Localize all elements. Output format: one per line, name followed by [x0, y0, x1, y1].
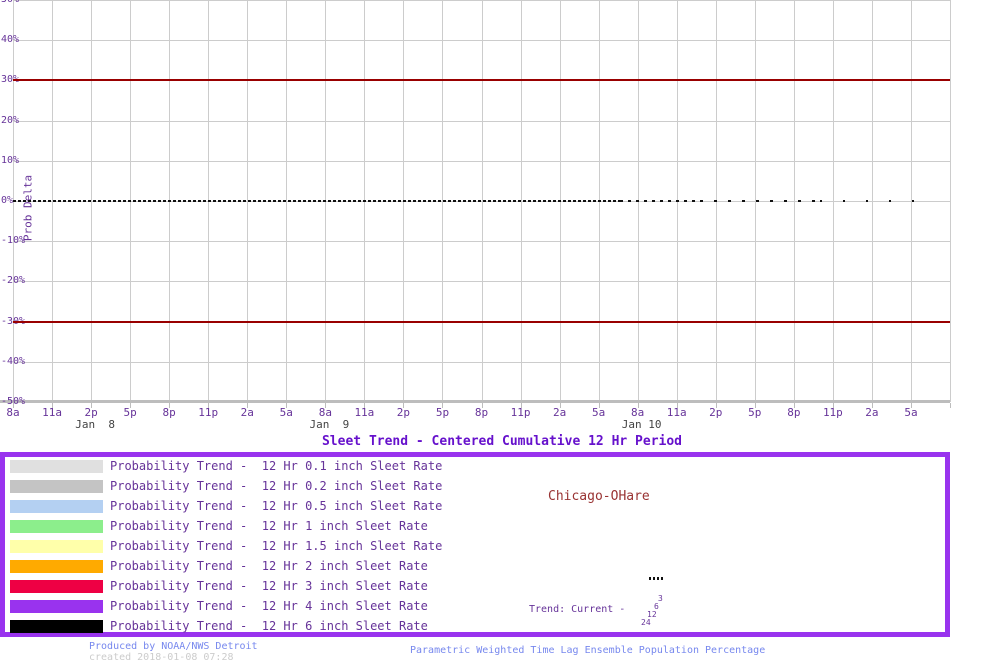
x-tick-label: 2a: [552, 406, 567, 419]
x-tick-label: 8p: [162, 406, 176, 419]
x-axis-line: [0, 400, 950, 403]
x-tick-label: 5p: [748, 406, 762, 419]
y-tick-label: -20%: [1, 275, 26, 287]
gridline-horizontal: [13, 40, 950, 41]
x-date-label: Jan 9: [309, 418, 350, 431]
x-tick-label: 2a: [865, 406, 879, 419]
sleet-trend-chart-page: Prob Delta Sleet Trend - Centered Cumula…: [0, 0, 1000, 670]
y-tick-label: 50%: [1, 0, 19, 5]
gridline-horizontal: [13, 362, 950, 363]
legend-item-label: Probability Trend - 12 Hr 1 inch Sleet R…: [110, 519, 428, 533]
x-date-label: Jan 8: [75, 418, 115, 431]
trend-marker-dots-icon: [649, 577, 664, 580]
legend-item-label: Probability Trend - 12 Hr 6 inch Sleet R…: [110, 619, 428, 633]
trend-current-label: Trend: Current -: [529, 604, 626, 615]
y-tick-label: 20%: [1, 114, 20, 126]
x-tick-label: 8a: [318, 406, 332, 419]
footer-created-timestamp: created 2018-01-08 07:28: [89, 652, 234, 663]
legend-swatch: [10, 500, 103, 513]
legend-swatch: [10, 520, 103, 533]
y-tick-label: 10%: [1, 154, 20, 166]
legend-item-label: Probability Trend - 12 Hr 2 inch Sleet R…: [110, 559, 428, 573]
series-zero-line-segment: [700, 200, 820, 202]
legend-item-label: Probability Trend - 12 Hr 0.1 inch Sleet…: [110, 459, 443, 473]
x-tick-label: 5p: [435, 406, 450, 419]
legend-item-label: Probability Trend - 12 Hr 3 inch Sleet R…: [110, 579, 428, 593]
x-tick-label: 5a: [279, 406, 293, 419]
y-tick-label: 40%: [1, 34, 20, 46]
legend-item-label: Probability Trend - 12 Hr 0.2 inch Sleet…: [110, 479, 443, 493]
x-tick-label: 8a: [6, 406, 20, 419]
x-date-label: Jan 10: [621, 418, 662, 431]
x-tick-label: 8p: [787, 406, 801, 419]
x-tick-label: 11a: [666, 406, 687, 419]
series-zero-line-segment: [620, 200, 700, 202]
series-zero-line-segment: [820, 200, 935, 202]
series-zero-line-segment: [13, 200, 620, 202]
station-name: Chicago-OHare: [548, 489, 650, 504]
reference-line: [13, 79, 950, 81]
x-tick-label: 8a: [631, 406, 645, 419]
legend-swatch: [10, 540, 103, 553]
reference-line: [13, 321, 950, 323]
y-tick-label: -10%: [1, 235, 26, 247]
x-axis-tick-mark: [950, 403, 951, 408]
legend-swatch: [10, 620, 103, 633]
x-tick-label: 5a: [592, 406, 606, 419]
x-tick-label: 2p: [709, 406, 723, 419]
legend-swatch: [10, 480, 103, 493]
legend-swatch: [10, 580, 103, 593]
legend-item-label: Probability Trend - 12 Hr 4 inch Sleet R…: [110, 599, 428, 613]
x-tick-label: 2p: [84, 406, 98, 419]
legend-swatch: [10, 600, 103, 613]
x-tick-label: 5p: [123, 406, 137, 419]
gridline-horizontal: [13, 241, 950, 242]
x-tick-label: 11a: [42, 406, 62, 419]
y-tick-label: -40%: [1, 355, 26, 367]
footer-produced-by: Produced by NOAA/NWS Detroit: [89, 641, 258, 652]
gridline-vertical: [950, 0, 951, 402]
legend-swatch: [10, 460, 103, 473]
x-tick-label: 2p: [396, 406, 411, 419]
chart-title: Sleet Trend - Centered Cumulative 12 Hr …: [321, 434, 683, 449]
footer-description: Parametric Weighted Time Lag Ensemble Po…: [410, 645, 766, 656]
gridline-horizontal: [13, 121, 950, 122]
x-tick-label: 2a: [240, 406, 254, 419]
gridline-horizontal: [13, 161, 950, 162]
y-axis-label: Prob Delta: [21, 174, 35, 242]
x-tick-label: 8p: [474, 406, 489, 419]
x-tick-label: 11p: [198, 406, 219, 419]
gridline-horizontal: [13, 281, 950, 282]
gridline-horizontal: [13, 0, 950, 1]
legend-item-label: Probability Trend - 12 Hr 0.5 inch Sleet…: [110, 499, 443, 513]
legend-item-label: Probability Trend - 12 Hr 1.5 inch Sleet…: [110, 539, 443, 553]
x-tick-label: 11p: [510, 406, 531, 419]
x-tick-label: 5a: [904, 406, 918, 419]
legend-swatch: [10, 560, 103, 573]
x-tick-label: 11p: [822, 406, 843, 419]
y-tick-label: 0%: [1, 195, 14, 206]
x-tick-label: 11a: [354, 406, 375, 419]
trend-period-number: 24: [641, 618, 651, 627]
